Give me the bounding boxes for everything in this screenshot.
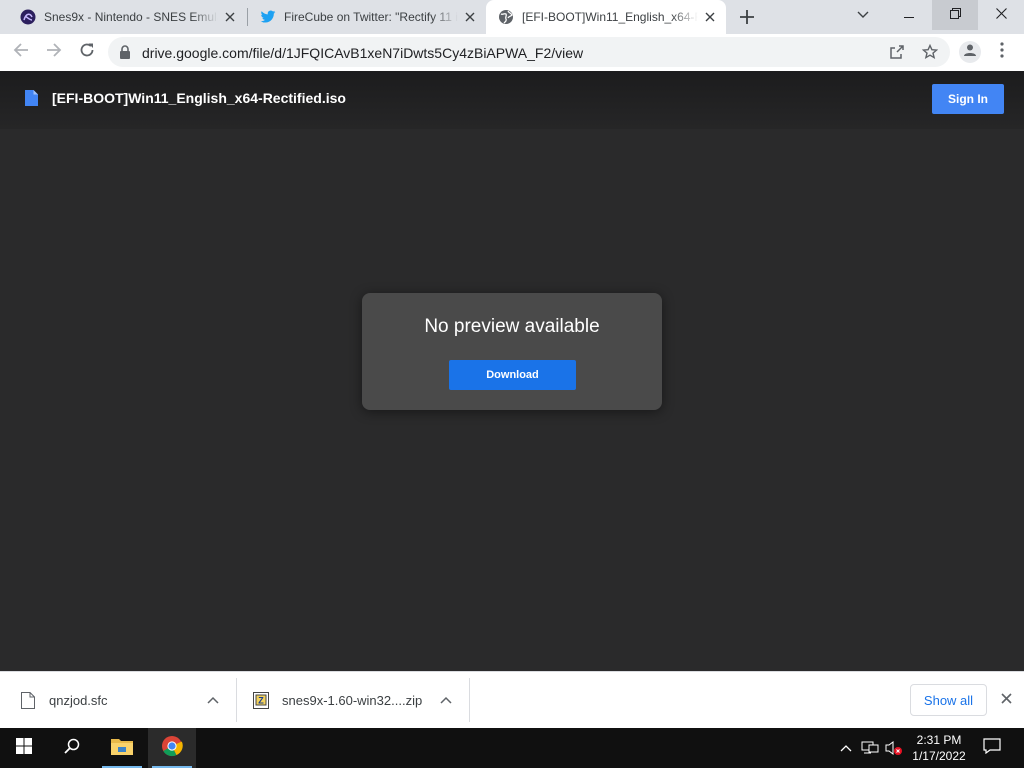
search-button[interactable]	[48, 728, 96, 768]
download-item[interactable]: qnzjod.sfc	[20, 672, 108, 729]
chrome-icon	[161, 735, 183, 762]
chevron-up-icon	[207, 691, 219, 709]
tab-close-icon[interactable]	[702, 9, 718, 25]
close-shelf-button[interactable]	[998, 692, 1014, 708]
close-icon	[995, 6, 1007, 24]
show-all-button[interactable]: Show all	[910, 684, 987, 716]
tab-search-button[interactable]	[840, 0, 886, 30]
taskbar-chrome[interactable]	[148, 728, 196, 768]
twitter-bird-icon	[260, 9, 276, 25]
restore-icon	[949, 6, 961, 24]
back-button[interactable]	[10, 41, 32, 63]
snes9x-favicon-icon	[20, 9, 36, 25]
download-item[interactable]: Z snes9x-1.60-win32....zip	[253, 672, 422, 729]
minimize-button[interactable]	[886, 0, 932, 30]
drive-file-viewer: [EFI-BOOT]Win11_English_x64-Rectified.is…	[0, 71, 1024, 671]
close-icon	[1000, 691, 1012, 709]
tab-title: Snes9x - Nintendo - SNES Emulator	[44, 10, 218, 24]
viewer-header: [EFI-BOOT]Win11_English_x64-Rectified.is…	[0, 71, 1024, 129]
clock-date: 1/17/2022	[912, 749, 966, 763]
reload-icon	[79, 42, 95, 63]
download-shelf: qnzjod.sfc Z snes9x-1.60-win32....zip Sh…	[0, 671, 1024, 728]
chevron-down-icon	[857, 6, 869, 24]
windows-logo-icon	[16, 737, 32, 759]
download-button[interactable]: Download	[449, 360, 576, 390]
tab-close-icon[interactable]	[222, 9, 238, 25]
close-window-button[interactable]	[978, 0, 1024, 30]
share-icon[interactable]	[888, 43, 906, 61]
download-file-name: snes9x-1.60-win32....zip	[282, 693, 423, 708]
address-bar[interactable]: drive.google.com/file/d/1JFQICAvB1xeN7iD…	[108, 37, 950, 67]
forward-button[interactable]	[43, 41, 65, 63]
action-center-button[interactable]	[982, 737, 1002, 759]
profile-avatar[interactable]	[959, 41, 981, 63]
more-vert-icon	[1000, 41, 1004, 63]
reload-button[interactable]	[76, 41, 98, 63]
browser-toolbar: drive.google.com/file/d/1JFQICAvB1xeN7iD…	[0, 34, 1024, 71]
tab-twitter[interactable]: FireCube on Twitter: "Rectify 11 is avai…	[240, 0, 486, 34]
download-divider	[469, 678, 470, 722]
new-tab-button[interactable]	[736, 6, 758, 28]
no-preview-message: No preview available	[424, 316, 600, 337]
tab-title: FireCube on Twitter: "Rectify 11 is avai…	[284, 10, 458, 24]
tab-strip: Snes9x - Nintendo - SNES Emulator FireCu…	[0, 0, 1024, 34]
minimize-icon	[904, 6, 914, 24]
file-title: [EFI-BOOT]Win11_English_x64-Rectified.is…	[52, 90, 346, 106]
tab-close-icon[interactable]	[462, 9, 478, 25]
bookmark-star-icon[interactable]	[921, 43, 939, 61]
zip-archive-icon: Z	[253, 692, 269, 710]
arrow-left-icon	[13, 42, 29, 63]
svg-text:Z: Z	[258, 696, 264, 706]
show-hidden-icons-button[interactable]	[836, 738, 856, 758]
download-divider	[236, 678, 237, 722]
chevron-up-icon	[840, 739, 852, 757]
search-icon	[64, 738, 80, 759]
notification-icon	[983, 737, 1001, 759]
download-options-button[interactable]	[438, 692, 454, 708]
file-icon	[20, 692, 36, 710]
document-icon	[25, 90, 38, 106]
tab-title: [EFI-BOOT]Win11_English_x64-Rectified.is…	[522, 10, 698, 24]
tab-snes9x[interactable]: Snes9x - Nintendo - SNES Emulator	[0, 0, 246, 34]
tab-drive-file[interactable]: [EFI-BOOT]Win11_English_x64-Rectified.is…	[486, 0, 726, 34]
windows-taskbar: 2:31 PM 1/17/2022	[0, 728, 1024, 768]
chevron-up-icon	[440, 691, 452, 709]
taskbar-clock[interactable]: 2:31 PM 1/17/2022	[905, 732, 973, 764]
start-button[interactable]	[0, 728, 48, 768]
lock-icon	[119, 45, 133, 59]
browser-menu-button[interactable]	[991, 41, 1013, 63]
download-options-button[interactable]	[205, 692, 221, 708]
volume-muted-icon[interactable]	[884, 738, 904, 758]
download-file-name: qnzjod.sfc	[49, 693, 108, 708]
globe-icon	[498, 9, 514, 25]
restore-button[interactable]	[932, 0, 978, 30]
no-preview-card: No preview available Download	[362, 293, 662, 410]
url-text: drive.google.com/file/d/1JFQICAvB1xeN7iD…	[142, 45, 584, 61]
taskbar-file-explorer[interactable]	[98, 728, 146, 768]
arrow-right-icon	[46, 42, 62, 63]
person-icon	[963, 43, 977, 62]
sign-in-button[interactable]: Sign In	[932, 84, 1004, 114]
network-icon[interactable]	[860, 738, 880, 758]
folder-icon	[111, 737, 133, 760]
clock-time: 2:31 PM	[916, 733, 962, 747]
